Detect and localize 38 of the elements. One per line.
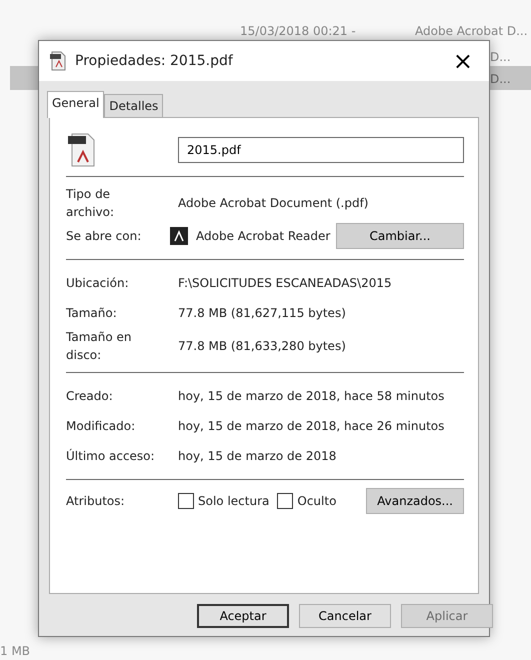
dialog-button[interactable]: Aceptar [197, 604, 289, 628]
list-cell-text: D... [490, 71, 511, 88]
app-icon [170, 227, 188, 245]
change-button[interactable]: Cambiar... [336, 223, 464, 249]
list-cell-text: 1 MB [0, 643, 30, 660]
field-value: 77.8 MB (81,633,280 bytes) [178, 338, 346, 355]
field-label: Último acceso: [66, 448, 156, 465]
field-label: Ubicación: [66, 275, 130, 292]
checkbox-label: Oculto [297, 493, 336, 510]
field-label: Tamaño en disco: [66, 329, 132, 364]
field-label: Creado: [66, 388, 114, 405]
field-label: Tipo de archivo: [66, 186, 116, 221]
dialog-button[interactable]: Cancelar [299, 604, 391, 628]
checkbox[interactable] [277, 493, 294, 509]
field-value: hoy, 15 de marzo de 2018 [178, 448, 336, 465]
field-value: hoy, 15 de marzo de 2018, hace 58 minutos [178, 388, 444, 405]
field-value: F:\SOLICITUDES ESCANEADAS\2015 [178, 275, 392, 292]
window-title: Propiedades: 2015.pdf [75, 52, 233, 70]
tab[interactable]: General [47, 91, 104, 118]
field-value: 77.8 MB (81,627,115 bytes) [178, 305, 346, 322]
field-value: Adobe Acrobat Reader [196, 228, 330, 245]
list-cell-text: 15/03/2018 00:21 - [240, 23, 356, 40]
list-cell-text: Adobe Acrobat D... [415, 23, 528, 40]
field-value: hoy, 15 de marzo de 2018, hace 26 minutos [178, 418, 444, 435]
pdf-file-icon [66, 132, 96, 168]
checkbox-label: Solo lectura [198, 493, 270, 510]
checkbox[interactable] [178, 493, 194, 509]
field-label: Se abre con: [66, 228, 142, 245]
field-label: Modificado: [66, 418, 136, 435]
field-label: Atributos: [66, 493, 126, 510]
close-button[interactable]: × [446, 49, 479, 73]
advanced-button[interactable]: Avanzados... [366, 488, 464, 514]
list-cell-text: D... [490, 49, 511, 66]
tab[interactable]: Detalles [104, 94, 164, 117]
file-name-field[interactable]: 2015.pdf [178, 137, 464, 163]
field-label: Tamaño: [66, 305, 118, 322]
field-value: Adobe Acrobat Document (.pdf) [178, 195, 368, 212]
pdf-file-icon [49, 51, 67, 71]
